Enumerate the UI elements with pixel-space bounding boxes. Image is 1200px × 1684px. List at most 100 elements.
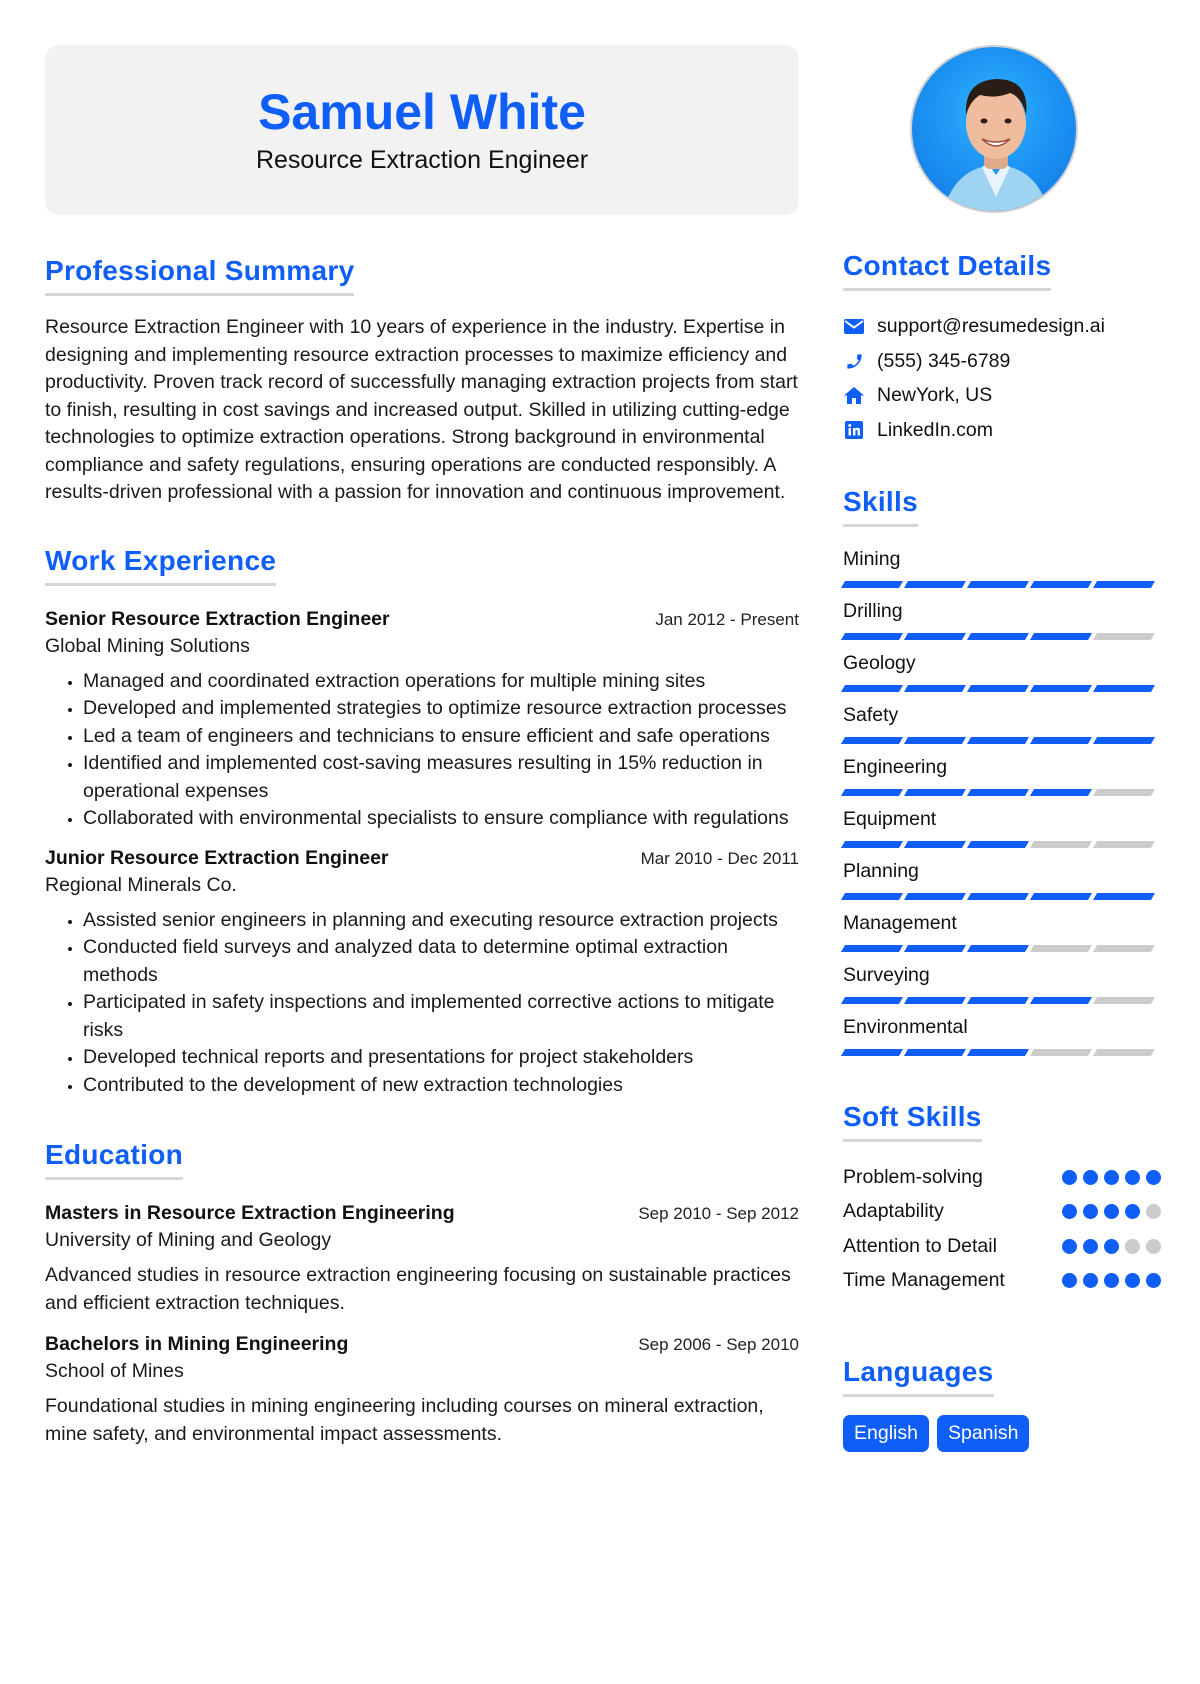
language-pill: Spanish bbox=[936, 1414, 1030, 1452]
skill-segment-empty bbox=[1092, 996, 1156, 1004]
soft-skill-rating bbox=[1062, 1238, 1161, 1254]
profile-photo bbox=[910, 45, 1078, 213]
skill-segment-filled bbox=[1029, 580, 1093, 588]
right-column: Contact Details support@resumedesign.ai … bbox=[840, 250, 1165, 1452]
skill-segment-filled bbox=[903, 840, 967, 848]
education-description: Advanced studies in resource extraction … bbox=[45, 1264, 791, 1314]
soft-skill-rating bbox=[1062, 1204, 1161, 1219]
skill-segment-filled bbox=[903, 632, 967, 640]
contact-location: NewYork, US bbox=[843, 378, 1165, 413]
skill-item: Planning bbox=[840, 857, 1165, 901]
summary-heading: Professional Summary bbox=[45, 255, 355, 296]
job-bullet: Developed and implemented strategies to … bbox=[83, 695, 799, 723]
skill-segment-filled bbox=[840, 840, 904, 848]
education-heading: Education bbox=[45, 1139, 184, 1180]
rating-dot-filled bbox=[1104, 1169, 1119, 1185]
job-bullet: Participated in safety inspections and i… bbox=[83, 989, 799, 1044]
skill-segment-filled bbox=[840, 1048, 904, 1056]
skill-level-bar bbox=[840, 892, 1165, 901]
soft-skill-item: Adaptability bbox=[843, 1194, 1165, 1229]
skill-name: Geology bbox=[843, 651, 916, 674]
skills-list: Mining Drilling Geology Safety Engineering Eq… bbox=[840, 545, 1165, 1057]
skill-segment-filled bbox=[1092, 736, 1156, 744]
skill-level-bar bbox=[840, 788, 1165, 797]
contact-linkedin-text: LinkedIn.com bbox=[877, 418, 993, 441]
education-entry: Masters in Resource Extraction Engineeri… bbox=[45, 1202, 799, 1317]
skill-segment-filled bbox=[903, 684, 967, 692]
rating-dot-filled bbox=[1125, 1204, 1140, 1219]
contact-heading: Contact Details bbox=[843, 250, 1052, 291]
job-entry: Junior Resource Extraction Engineer Mar … bbox=[45, 847, 799, 1100]
education-dates: Sep 2010 - Sep 2012 bbox=[638, 1204, 799, 1223]
skill-segment-filled bbox=[966, 892, 1030, 900]
skill-segment-filled bbox=[966, 996, 1030, 1004]
skill-segment-filled bbox=[1092, 580, 1156, 588]
education-description: Foundational studies in mining engineeri… bbox=[45, 1395, 764, 1445]
job-dates: Mar 2010 - Dec 2011 bbox=[640, 848, 799, 868]
skill-name: Surveying bbox=[843, 963, 930, 986]
contact-linkedin[interactable]: LinkedIn.com bbox=[843, 413, 1165, 448]
rating-dot-filled bbox=[1104, 1238, 1119, 1254]
person-photo-illustration bbox=[943, 79, 1049, 211]
rating-dot-filled bbox=[1125, 1169, 1140, 1185]
skill-segment-filled bbox=[1092, 684, 1156, 692]
skill-segment-empty bbox=[1092, 944, 1156, 952]
rating-dot-filled bbox=[1083, 1169, 1098, 1185]
skill-segment-empty bbox=[1092, 840, 1156, 848]
skill-segment-filled bbox=[903, 892, 967, 900]
rating-dot-filled bbox=[1083, 1204, 1098, 1219]
school-name: University of Mining and Geology bbox=[45, 1229, 332, 1251]
skill-segment-filled bbox=[1092, 892, 1156, 900]
contact-phone-text: (555) 345-6789 bbox=[877, 349, 1011, 372]
rating-dot-filled bbox=[1062, 1204, 1077, 1219]
skill-segment-filled bbox=[840, 788, 904, 796]
education-entry: Bachelors in Mining Engineering Sep 2006… bbox=[45, 1333, 799, 1448]
skill-segment-filled bbox=[903, 944, 967, 952]
skill-segment-filled bbox=[1029, 996, 1093, 1004]
skill-segment-filled bbox=[903, 996, 967, 1004]
skill-segment-filled bbox=[840, 892, 904, 900]
experience-section: Work Experience Senior Resource Extracti… bbox=[45, 545, 799, 1100]
skill-segment-empty bbox=[1029, 944, 1093, 952]
skill-name: Equipment bbox=[843, 807, 937, 830]
skill-segment-filled bbox=[966, 632, 1030, 640]
job-dates: Jan 2012 - Present bbox=[655, 609, 799, 629]
skill-segment-filled bbox=[1029, 892, 1093, 900]
rating-dot-filled bbox=[1146, 1273, 1161, 1288]
contact-phone[interactable]: (555) 345-6789 bbox=[843, 344, 1165, 379]
left-column: Professional Summary Resource Extraction… bbox=[45, 255, 799, 1448]
summary-section: Professional Summary Resource Extraction… bbox=[45, 255, 799, 507]
skill-level-bar bbox=[840, 996, 1165, 1005]
rating-dot-empty bbox=[1125, 1238, 1140, 1254]
skill-level-bar bbox=[840, 840, 1165, 849]
skill-level-bar bbox=[840, 632, 1165, 641]
skill-name: Environmental bbox=[843, 1015, 968, 1038]
skill-level-bar bbox=[840, 580, 1165, 589]
envelope-icon bbox=[843, 316, 865, 336]
skill-segment-filled bbox=[966, 736, 1030, 744]
education-section: Education Masters in Resource Extraction… bbox=[45, 1139, 799, 1448]
rating-dot-filled bbox=[1083, 1273, 1098, 1288]
languages-heading: Languages bbox=[843, 1356, 994, 1397]
skill-segment-filled bbox=[1029, 632, 1093, 640]
soft-skill-name: Problem-solving bbox=[843, 1165, 983, 1188]
rating-dot-filled bbox=[1062, 1273, 1077, 1288]
skill-segment-empty bbox=[1029, 840, 1093, 848]
skill-name: Management bbox=[843, 911, 957, 934]
job-bullet: Identified and implemented cost-saving m… bbox=[83, 750, 799, 805]
job-bullet: Conducted field surveys and analyzed dat… bbox=[83, 934, 799, 989]
contact-email[interactable]: support@resumedesign.ai bbox=[843, 309, 1165, 344]
skill-item: Mining bbox=[840, 545, 1165, 589]
skill-item: Safety bbox=[840, 701, 1165, 745]
skill-level-bar bbox=[840, 1048, 1165, 1057]
skill-segment-filled bbox=[966, 684, 1030, 692]
soft-skill-rating bbox=[1062, 1273, 1161, 1288]
skill-level-bar bbox=[840, 684, 1165, 693]
skill-segment-empty bbox=[1029, 1048, 1093, 1056]
rating-dot-filled bbox=[1062, 1169, 1077, 1185]
skill-segment-filled bbox=[1029, 736, 1093, 744]
skill-name: Engineering bbox=[843, 755, 948, 778]
phone-icon bbox=[843, 351, 865, 371]
candidate-name: Samuel White bbox=[258, 84, 586, 140]
education-dates: Sep 2006 - Sep 2010 bbox=[638, 1335, 799, 1354]
